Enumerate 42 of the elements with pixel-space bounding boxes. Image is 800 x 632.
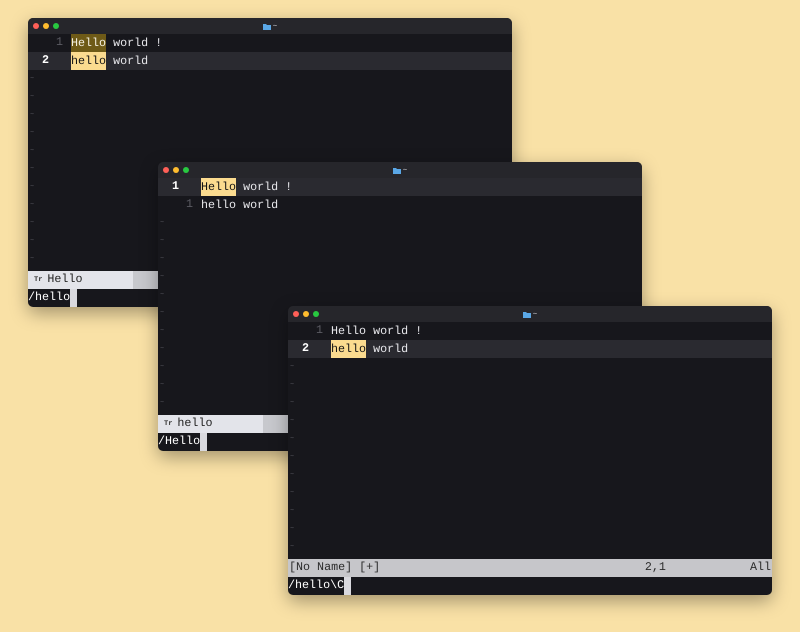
zoom-button[interactable] <box>183 167 189 173</box>
cursor-position: 2,1 <box>644 559 666 576</box>
zoom-button[interactable] <box>53 23 59 29</box>
line-number: 1 <box>171 178 180 196</box>
window-title: ~ <box>272 20 278 32</box>
close-button[interactable] <box>163 167 169 173</box>
scroll-position: All <box>750 559 771 576</box>
code-text: world <box>112 53 148 70</box>
line-number: 1 <box>184 196 194 214</box>
code-text: world <box>372 341 408 358</box>
zoom-button[interactable] <box>313 311 319 317</box>
line-number: 1 <box>54 34 64 52</box>
code-text: world ! <box>112 35 162 52</box>
window-title: ~ <box>402 164 408 176</box>
close-button[interactable] <box>293 311 299 317</box>
code-text: Hello world ! <box>331 323 422 340</box>
folder-icon <box>522 310 531 318</box>
line-number: 2 <box>41 52 50 70</box>
text-cursor <box>344 577 352 595</box>
line-number: 1 <box>314 322 324 340</box>
current-search-match: hello <box>331 340 366 358</box>
current-search-match: hello <box>71 52 106 70</box>
minimize-button[interactable] <box>43 23 49 29</box>
minimize-button[interactable] <box>303 311 309 317</box>
text-cursor <box>200 433 208 451</box>
folder-icon <box>262 22 271 30</box>
command-line[interactable]: /hello\C <box>288 577 344 595</box>
window-title: ~ <box>532 308 538 320</box>
close-button[interactable] <box>33 23 39 29</box>
search-match: Hello <box>71 34 106 52</box>
command-line[interactable]: /hello <box>28 289 70 307</box>
code-text: hello world <box>201 197 278 214</box>
file-name: [No Name] [+] <box>289 559 380 576</box>
code-text: world ! <box>242 179 292 196</box>
minimize-button[interactable] <box>173 167 179 173</box>
line-number: 2 <box>301 340 310 358</box>
folder-icon <box>392 166 401 174</box>
current-search-match: Hello <box>201 178 236 196</box>
command-line[interactable]: /Hello <box>158 433 200 451</box>
completion-scrollbar <box>263 415 288 433</box>
text-cursor <box>70 289 78 307</box>
completion-scrollbar <box>133 271 158 289</box>
